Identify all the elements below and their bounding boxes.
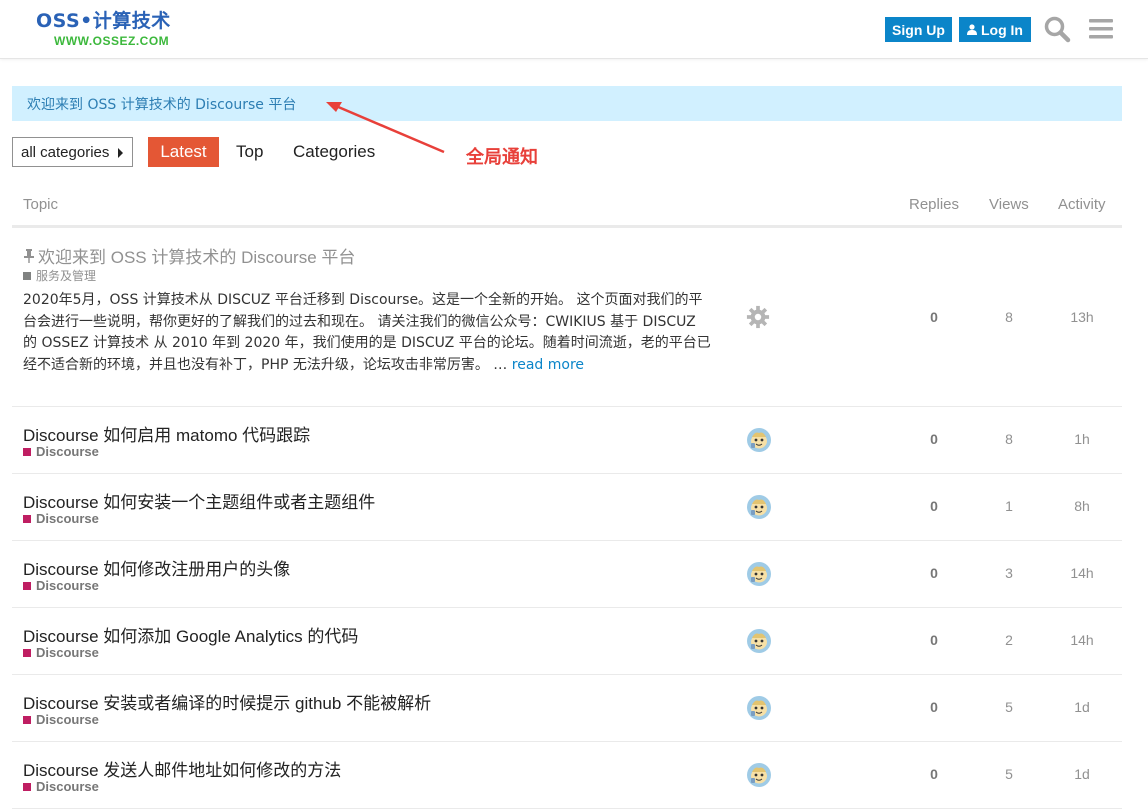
table-row[interactable]: Discourse 如何添加 Google Analytics 的代码 Disc…	[12, 608, 1122, 675]
category-name: Discourse	[36, 779, 99, 794]
views-count: 3	[1005, 565, 1013, 581]
site-header: OSS•计算技术 WWW.OSSEZ.COM Sign Up Log In	[0, 0, 1148, 59]
avatar[interactable]	[747, 629, 771, 653]
header-views[interactable]: Views	[989, 196, 1029, 213]
header-activity[interactable]: Activity	[1058, 196, 1106, 213]
activity-time[interactable]: 1d	[1062, 766, 1102, 782]
logo-subtitle: WWW.OSSEZ.COM	[54, 34, 170, 48]
hamburger-menu-icon[interactable]	[1086, 14, 1116, 44]
header-topic[interactable]: Topic	[23, 196, 58, 213]
topic-category[interactable]: Discourse	[23, 578, 99, 593]
pinned-topic-title-wrap[interactable]: 欢迎来到 OSS 计算技术的 Discourse 平台	[23, 243, 355, 268]
site-logo[interactable]: OSS•计算技术 WWW.OSSEZ.COM	[36, 6, 171, 48]
gear-icon	[746, 305, 770, 329]
topic-category[interactable]: Discourse	[23, 511, 99, 526]
topic-category[interactable]: Discourse	[23, 444, 99, 459]
category-color-square	[23, 271, 31, 280]
table-row[interactable]: Discourse 发送人邮件地址如何修改的方法 Discourse 0 5 1…	[12, 742, 1122, 809]
topic-title[interactable]: Discourse 发送人邮件地址如何修改的方法	[23, 756, 341, 781]
category-color-square	[23, 715, 31, 724]
activity-time[interactable]: 8h	[1062, 498, 1102, 514]
activity-time[interactable]: 14h	[1062, 632, 1102, 648]
topic-category[interactable]: Discourse	[23, 645, 99, 660]
activity-time[interactable]: 13h	[1062, 309, 1102, 325]
category-color-square	[23, 514, 31, 523]
category-color-square	[23, 782, 31, 791]
replies-count: 0	[930, 431, 938, 447]
category-name: Discourse	[36, 444, 99, 459]
category-name: 服务及管理	[36, 269, 97, 283]
category-name: Discourse	[36, 578, 99, 593]
activity-time[interactable]: 14h	[1062, 565, 1102, 581]
topic-category[interactable]: 服务及管理	[23, 267, 96, 284]
topic-title[interactable]: Discourse 如何启用 matomo 代码跟踪	[23, 421, 310, 446]
table-row[interactable]: Discourse 安装或者编译的时候提示 github 不能被解析 Disco…	[12, 675, 1122, 742]
replies-count: 0	[930, 699, 938, 715]
sign-up-button[interactable]: Sign Up	[885, 17, 952, 42]
topic-list-header: Topic Replies Views Activity	[12, 188, 1122, 228]
category-color-square	[23, 581, 31, 590]
replies-count: 0	[930, 632, 938, 648]
topic-title[interactable]: Discourse 如何添加 Google Analytics 的代码	[23, 622, 358, 647]
category-color-square	[23, 648, 31, 657]
pinned-topic-excerpt: 2020年5月，OSS 计算技术从 DISCUZ 平台迁移到 Discourse…	[23, 290, 713, 376]
replies-count: 0	[930, 498, 938, 514]
replies-count: 0	[930, 565, 938, 581]
header-replies[interactable]: Replies	[909, 196, 959, 213]
activity-time[interactable]: 1h	[1062, 431, 1102, 447]
topic-title[interactable]: Discourse 如何安装一个主题组件或者主题组件	[23, 488, 375, 513]
pinned-topic-title[interactable]: 欢迎来到 OSS 计算技术的 Discourse 平台	[38, 243, 355, 268]
caret-right-icon	[118, 148, 123, 158]
avatar[interactable]	[747, 763, 771, 787]
category-name: Discourse	[36, 645, 99, 660]
log-in-label: Log In	[981, 21, 1023, 38]
logo-title: OSS•计算技术	[36, 10, 171, 32]
category-color-square	[23, 447, 31, 456]
table-row[interactable]: Discourse 如何安装一个主题组件或者主题组件 Discourse 0 1…	[12, 474, 1122, 541]
table-row[interactable]: Discourse 如何修改注册用户的头像 Discourse 0 3 14h	[12, 541, 1122, 608]
category-dropdown-label: all categories	[21, 143, 110, 161]
category-dropdown[interactable]: all categories	[12, 137, 133, 167]
tab-latest[interactable]: Latest	[148, 137, 219, 167]
topic-title[interactable]: Discourse 如何修改注册用户的头像	[23, 555, 290, 580]
category-name: Discourse	[36, 712, 99, 727]
views-count: 8	[1005, 309, 1013, 325]
avatar[interactable]	[747, 562, 771, 586]
pin-icon	[24, 248, 34, 263]
replies-count: 0	[930, 309, 938, 325]
log-in-button[interactable]: Log In	[959, 17, 1031, 42]
global-notice-banner: 欢迎来到 OSS 计算技术的 Discourse 平台	[12, 86, 1122, 121]
pinned-topic-row[interactable]: 欢迎来到 OSS 计算技术的 Discourse 平台 服务及管理 2020年5…	[12, 229, 1122, 407]
annotation-label: 全局通知	[466, 147, 538, 168]
avatar[interactable]	[747, 696, 771, 720]
tab-top[interactable]: Top	[236, 137, 263, 167]
replies-count: 0	[930, 766, 938, 782]
excerpt-text: 2020年5月，OSS 计算技术从 DISCUZ 平台迁移到 Discourse…	[23, 292, 711, 373]
views-count: 2	[1005, 632, 1013, 648]
topic-category[interactable]: Discourse	[23, 779, 99, 794]
topic-title[interactable]: Discourse 安装或者编译的时候提示 github 不能被解析	[23, 689, 431, 714]
views-count: 1	[1005, 498, 1013, 514]
avatar[interactable]	[747, 428, 771, 452]
views-count: 5	[1005, 766, 1013, 782]
views-count: 8	[1005, 431, 1013, 447]
avatar[interactable]	[747, 495, 771, 519]
read-more-link[interactable]: read more	[512, 357, 584, 373]
category-name: Discourse	[36, 511, 99, 526]
user-icon	[967, 24, 977, 35]
tab-categories[interactable]: Categories	[293, 137, 375, 167]
search-icon[interactable]	[1042, 14, 1072, 44]
global-notice-text: 欢迎来到 OSS 计算技术的 Discourse 平台	[27, 96, 297, 113]
table-row[interactable]: Discourse 如何启用 matomo 代码跟踪 Discourse 0 8…	[12, 407, 1122, 474]
views-count: 5	[1005, 699, 1013, 715]
topic-category[interactable]: Discourse	[23, 712, 99, 727]
activity-time[interactable]: 1d	[1062, 699, 1102, 715]
